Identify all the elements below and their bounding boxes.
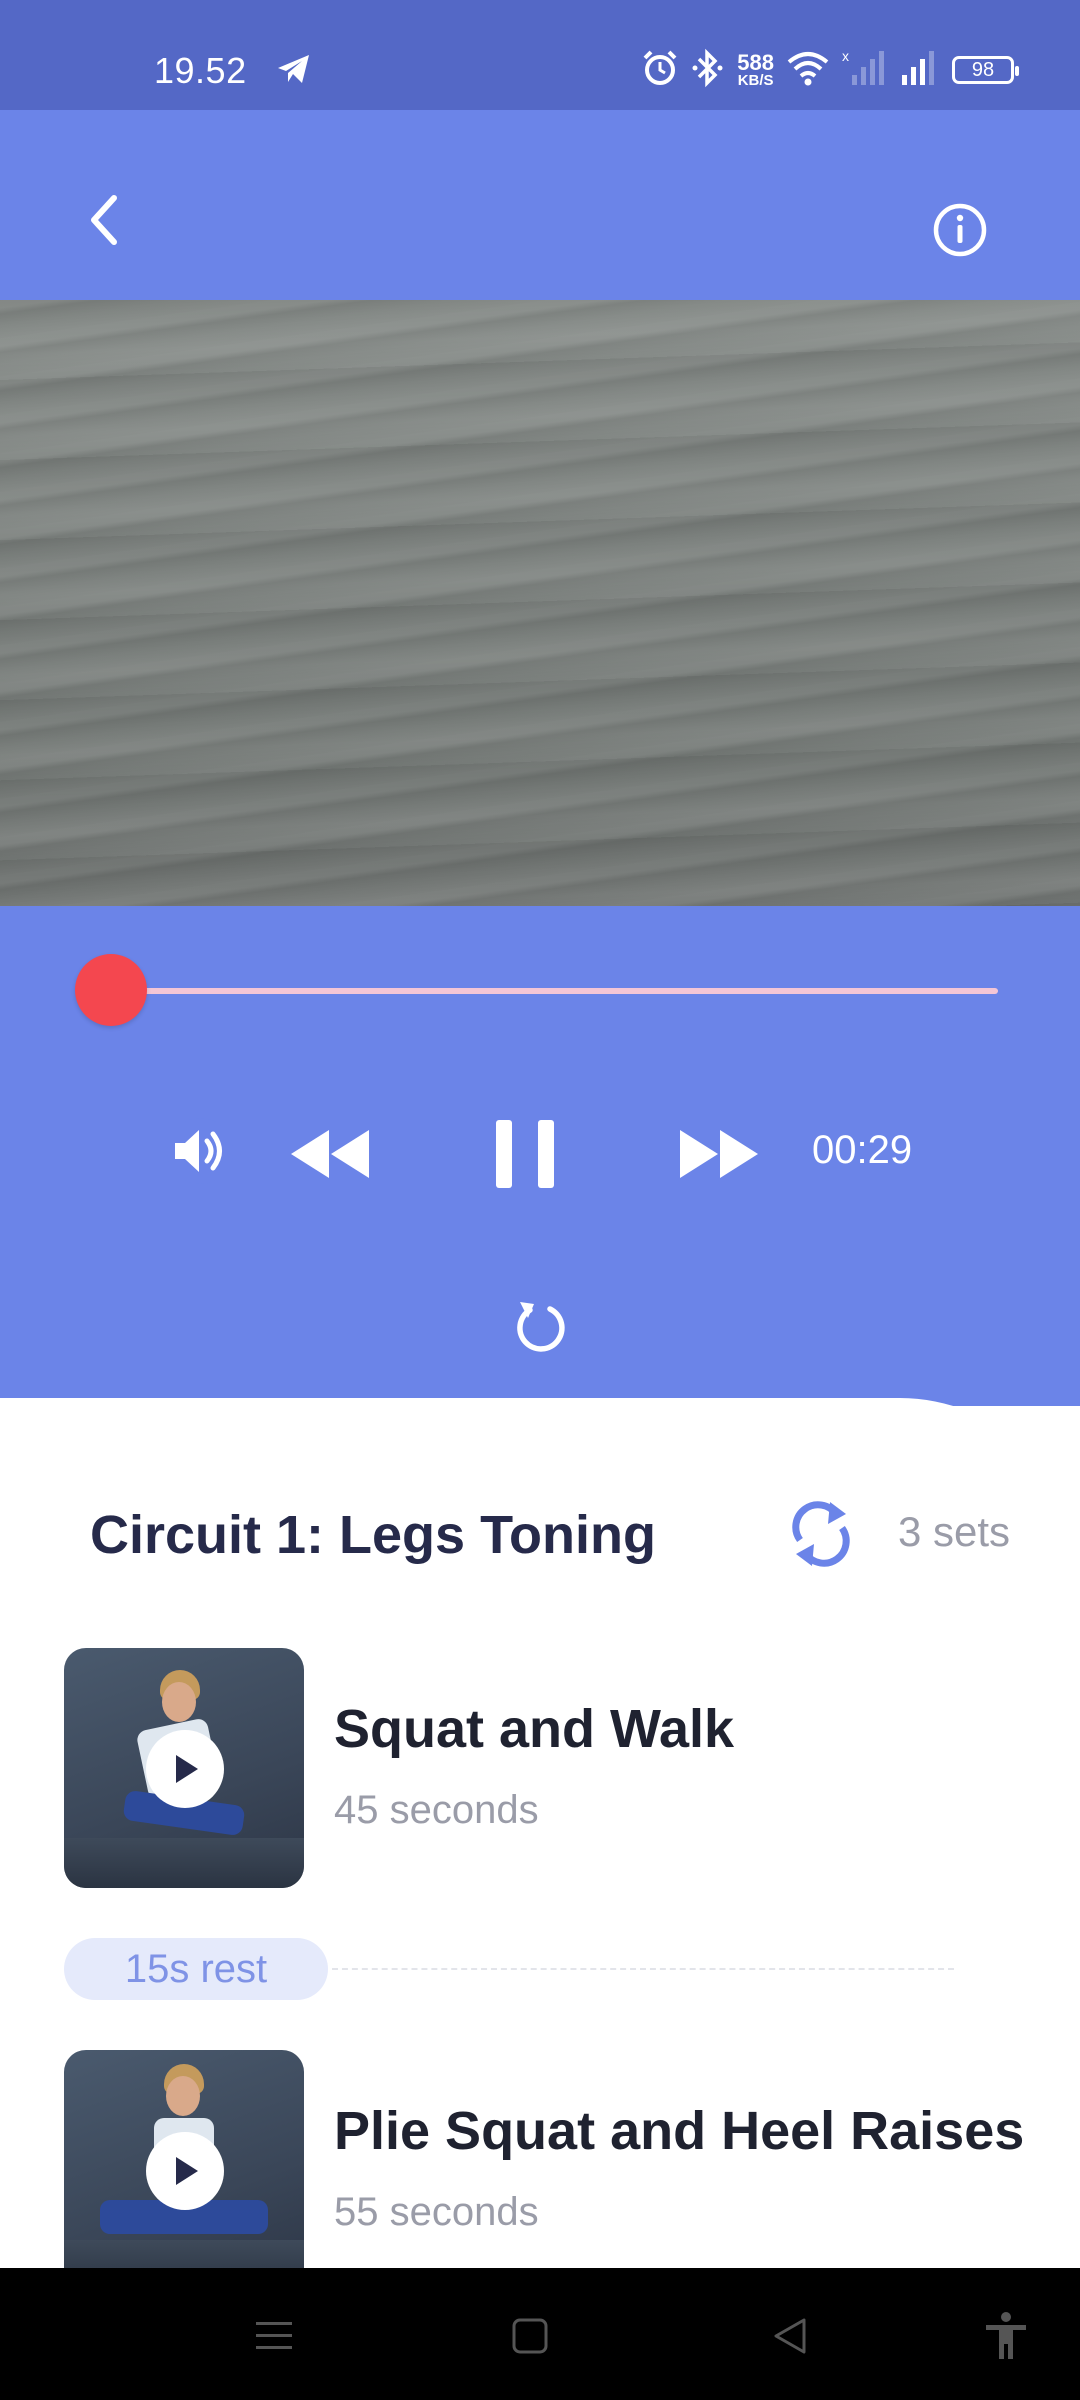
app-header — [0, 110, 1080, 300]
thumbnail-figure-head — [162, 1682, 196, 1722]
play-button[interactable] — [146, 2132, 224, 2210]
rewind-icon — [291, 1130, 369, 1178]
circuit-sheet: Circuit 1: Legs Toning 3 sets Squat and … — [0, 1398, 1080, 2400]
signal-icon — [900, 49, 940, 92]
exercise-name: Plie Squat and Heel Raises — [334, 2101, 1025, 2161]
replay-icon — [517, 1302, 565, 1352]
back-button[interactable] — [80, 190, 130, 250]
repeat-icon — [786, 1494, 856, 1574]
exercise-thumbnail[interactable] — [64, 1648, 304, 1888]
seek-bar[interactable] — [84, 988, 998, 994]
menu-button[interactable] — [246, 2308, 302, 2364]
play-button[interactable] — [146, 1730, 224, 1808]
circuit-title: Circuit 1: Legs Toning — [90, 1505, 656, 1565]
rest-divider: 15s rest — [64, 1938, 954, 2000]
sets-count: 3 sets — [898, 1508, 1011, 1555]
fast-forward-icon — [680, 1130, 758, 1178]
workout-player-screen: 19.52 588 KB/S x 98 00:29 Circuit 1: Leg… — [0, 0, 1080, 2400]
rewind-button[interactable] — [285, 1124, 375, 1184]
rest-dashed-line — [332, 1968, 954, 1970]
replay-button[interactable] — [510, 1296, 570, 1356]
play-icon — [176, 2157, 198, 2185]
wifi-icon — [786, 50, 830, 91]
back-triangle-icon — [774, 2318, 806, 2354]
volume-button[interactable] — [165, 1116, 235, 1186]
status-time: 19.52 — [154, 50, 247, 91]
signal-icon: x — [842, 48, 888, 92]
home-button[interactable] — [502, 2308, 558, 2364]
thumbnail-figure-head — [166, 2076, 200, 2116]
exercise-duration: 55 seconds — [334, 2190, 539, 2234]
fast-forward-button[interactable] — [674, 1124, 764, 1184]
exercise-duration: 45 seconds — [334, 1788, 539, 1832]
battery-icon: 98 — [952, 56, 1019, 84]
volume-icon — [167, 1118, 233, 1184]
alarm-icon — [641, 49, 679, 92]
bluetooth-icon — [691, 48, 725, 93]
exercise-thumbnail[interactable] — [64, 2050, 304, 2290]
status-bar: 19.52 588 KB/S x 98 — [0, 0, 1080, 110]
exercise-name: Squat and Walk — [334, 1699, 735, 1759]
status-icons: 588 KB/S x 98 — [641, 48, 1019, 93]
battery-level: 98 — [971, 58, 995, 81]
back-nav-button[interactable] — [762, 2308, 818, 2364]
network-speed-value: 588 — [737, 49, 774, 75]
chevron-left-icon — [91, 195, 117, 245]
rest-badge: 15s rest — [64, 1938, 328, 2000]
remaining-time: 00:29 — [812, 1128, 913, 1172]
video-frame[interactable] — [0, 300, 1080, 906]
system-nav-bar — [0, 2268, 1080, 2400]
menu-icon — [256, 2322, 292, 2349]
network-speed-unit: KB/S — [737, 71, 774, 89]
accessibility-button[interactable] — [978, 2308, 1034, 2364]
info-button[interactable] — [930, 200, 990, 260]
network-speed: 588 KB/S — [737, 49, 774, 89]
exercise-item[interactable]: Squat and Walk 45 seconds — [64, 1648, 1014, 1888]
svg-text:x: x — [842, 49, 849, 64]
info-icon — [933, 203, 987, 257]
pause-button[interactable] — [490, 1116, 560, 1192]
thumbnail-floor — [64, 1838, 304, 1888]
player-controls: 00:29 — [0, 906, 1080, 1406]
exercise-item[interactable]: Plie Squat and Heel Raises 55 seconds — [64, 2050, 1024, 2290]
seek-thumb[interactable] — [75, 954, 148, 1026]
home-square-icon — [512, 2318, 548, 2354]
pause-icon — [496, 1120, 554, 1188]
play-icon — [176, 1755, 198, 1783]
telegram-icon — [276, 52, 312, 91]
accessibility-icon — [986, 2312, 1026, 2359]
